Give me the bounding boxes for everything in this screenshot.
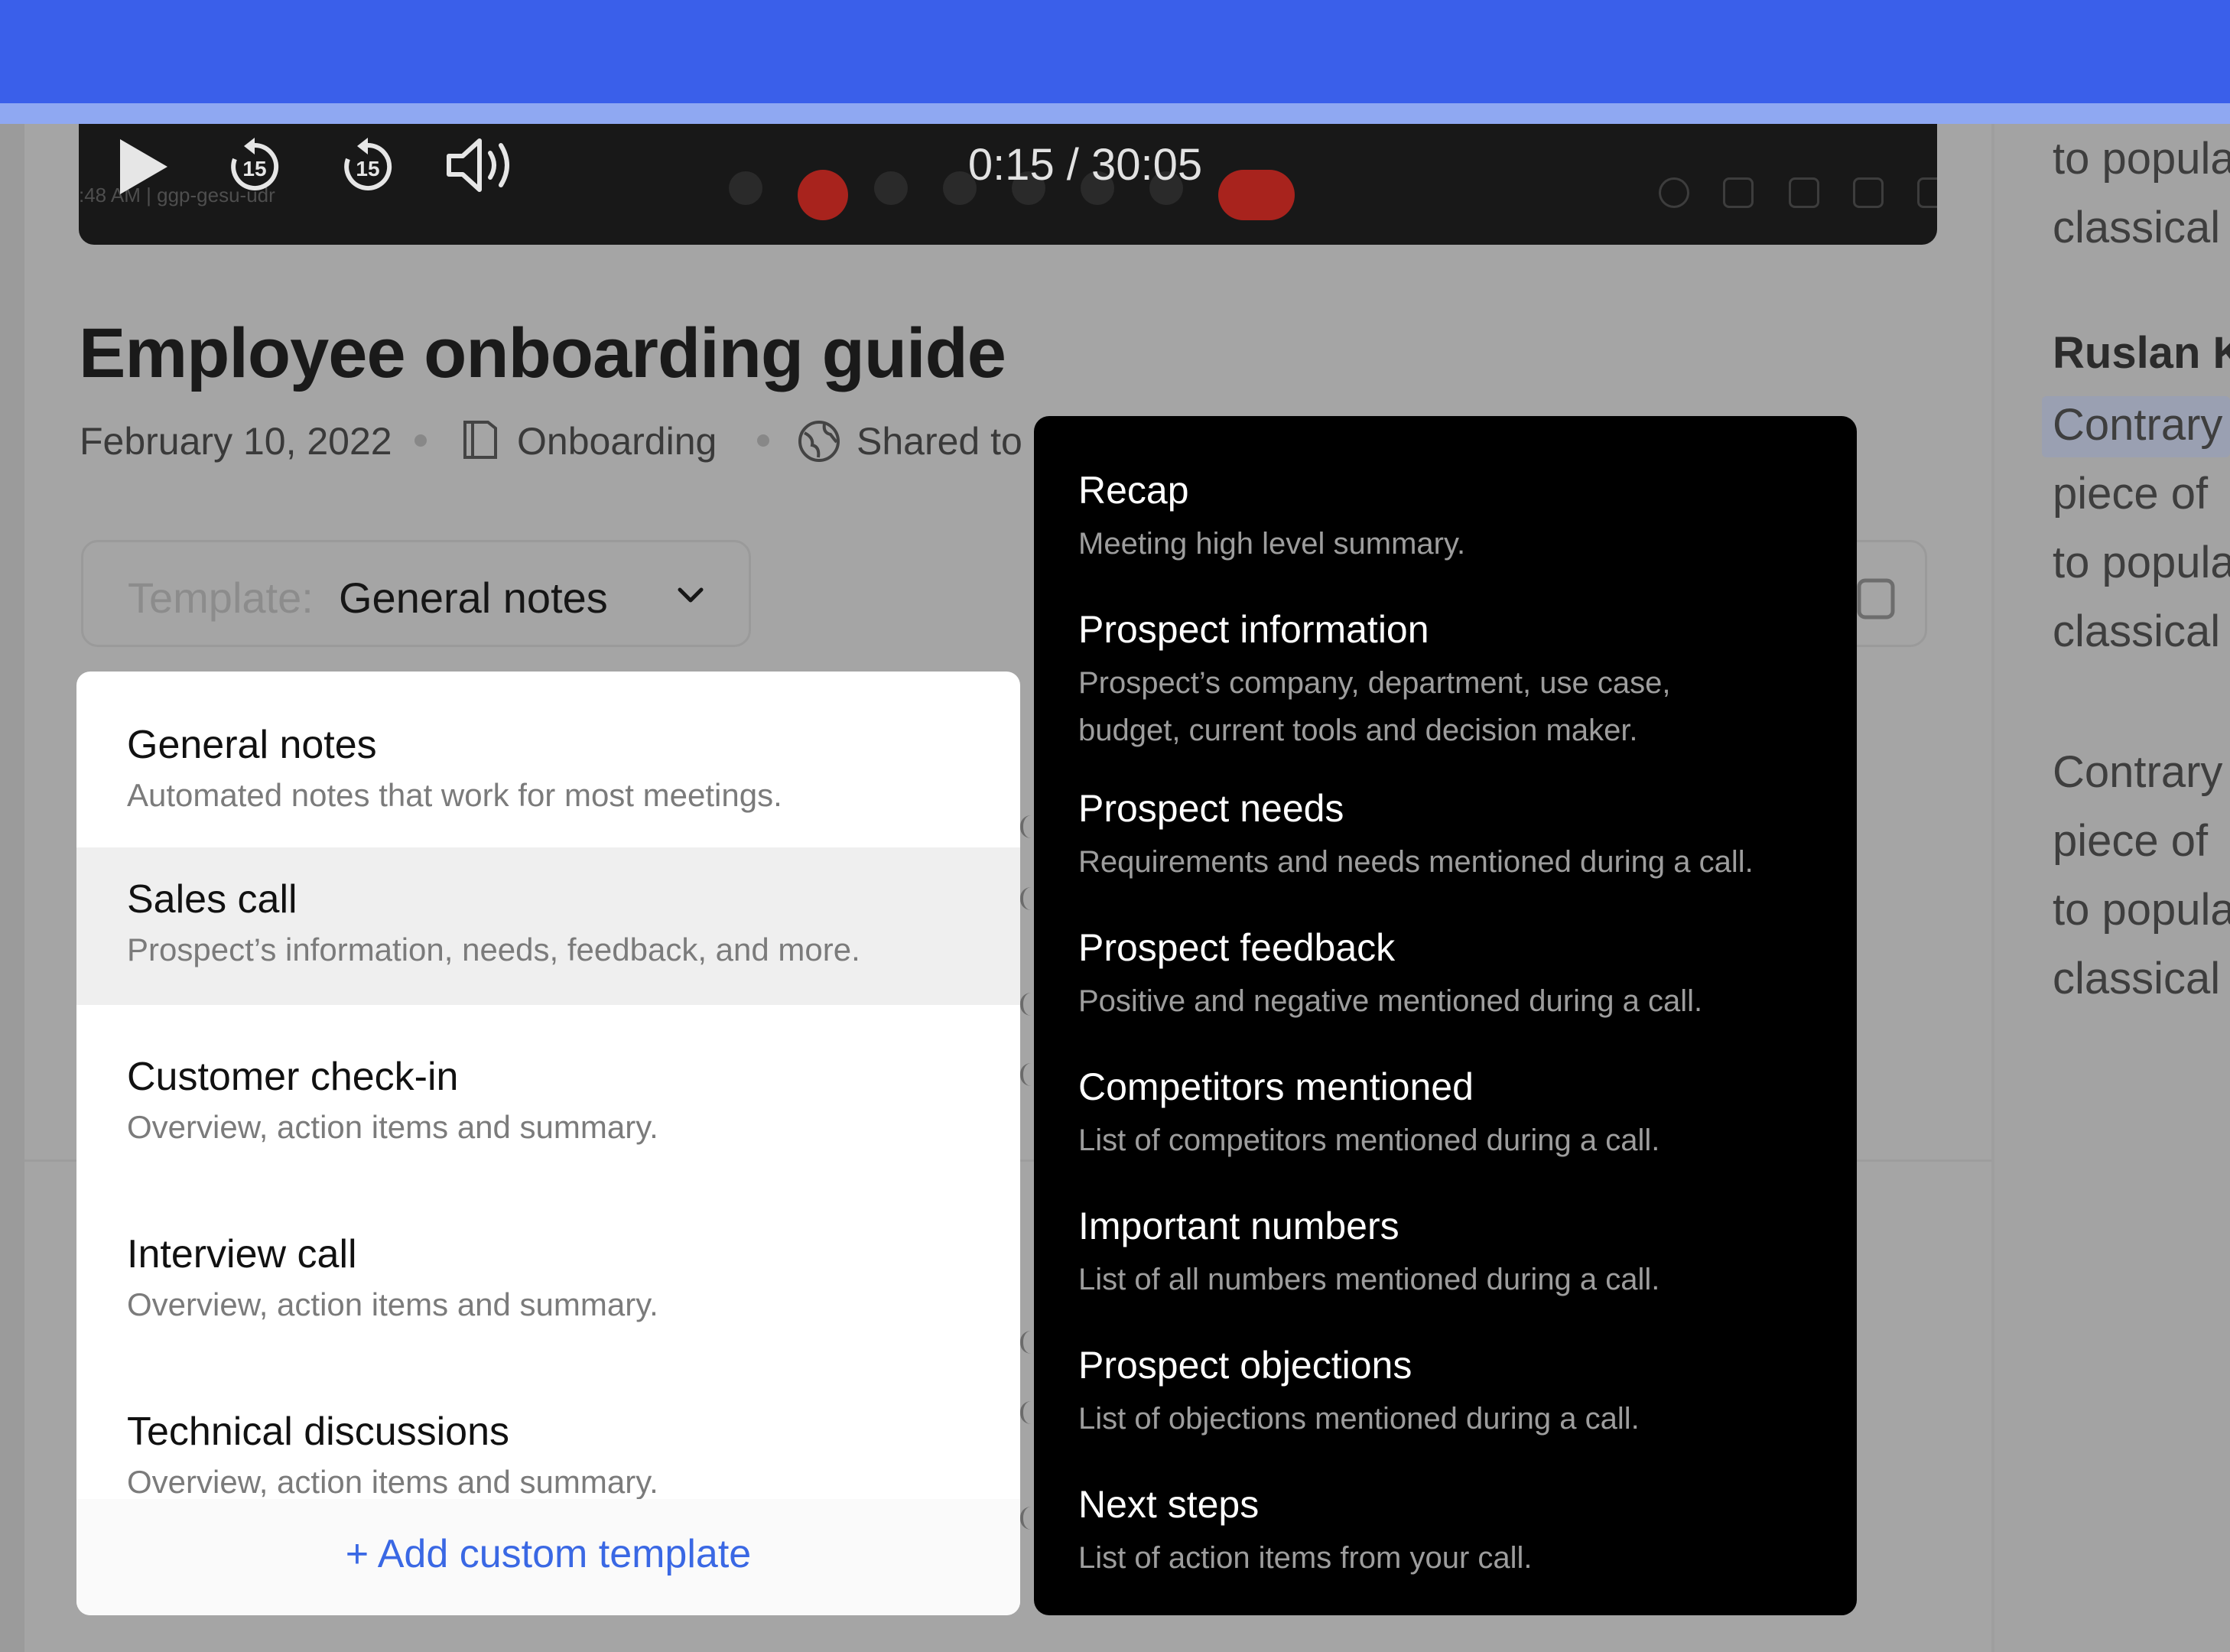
transcript-line: Contrary [2053,747,2223,797]
page-title: Employee onboarding guide [79,314,1006,392]
transcript-line: classical [2053,606,2221,656]
speaker-name: Ruslan K [2053,328,2230,378]
people-icon [1723,177,1754,208]
transcript-line: classical [2053,203,2221,252]
section-desc: Meeting high level summary. [1078,527,1466,561]
transcript-line: to popula [2053,134,2230,184]
option-title: Sales call [127,877,297,922]
option-desc: Automated notes that work for most meeti… [127,777,782,813]
preview-section: Prospect information Prospect’s company,… [1078,607,1670,754]
section-title: Important numbers [1078,1205,1399,1247]
section-desc: List of competitors mentioned during a c… [1078,1124,1660,1157]
option-desc: Overview, action items and summary. [127,1109,658,1145]
forward-15-icon[interactable]: 15 [337,136,398,197]
template-option-technical-discussions[interactable]: Technical discussions Overview, action i… [76,1380,1020,1505]
section-desc: budget, current tools and decision maker… [1078,714,1638,747]
meta-separator [414,434,427,447]
template-option-interview-call[interactable]: Interview call Overview, action items an… [76,1202,1020,1369]
template-selector[interactable]: Template: General notes [81,540,751,647]
option-title: Customer check-in [127,1055,459,1099]
option-title: General notes [127,723,377,767]
camera-off-icon [798,170,848,220]
section-title: Prospect information [1078,608,1429,651]
preview-section: Next steps List of action items from you… [1078,1482,1533,1582]
section-title: Competitors mentioned [1078,1065,1474,1108]
section-desc: Requirements and needs mentioned during … [1078,845,1754,879]
section-title: Recap [1078,469,1189,512]
meta-separator [757,434,769,447]
section-desc: List of objections mentioned during a ca… [1078,1402,1640,1436]
section-title: Prospect feedback [1078,926,1396,969]
section-desc: List of all numbers mentioned during a c… [1078,1263,1660,1296]
video-player: :48 AM | ggp-gesu-udr 15 15 0:15 / 30:05 [79,124,1937,245]
folder-icon [457,418,502,471]
section-desc: Prospect’s company, department, use case… [1078,666,1671,700]
preview-section: Important numbers List of all numbers me… [1078,1204,1659,1303]
template-preview: Recap Meeting high level summary. Prospe… [1034,416,1857,1615]
template-value: General notes [339,574,608,622]
chat-icon [1789,177,1819,208]
transcript-line: Contrary [2053,400,2223,450]
transcript-line: to popula [2053,885,2230,935]
preview-section: Prospect feedback Positive and negative … [1078,925,1702,1025]
lock-icon [1917,177,1937,208]
rewind-15-icon[interactable]: 15 [224,136,285,197]
section-desc: List of action items from your call. [1078,1541,1533,1575]
template-dropdown: General notes Automated notes that work … [76,672,1020,1615]
section-title: Prospect objections [1078,1344,1412,1387]
activities-icon [1853,177,1884,208]
globe-icon [797,419,841,473]
section-title: Prospect needs [1078,787,1344,830]
template-label: Template: [128,574,314,622]
rewind-seconds: 15 [242,157,266,180]
mic-icon [729,171,762,205]
transcript-line: piece of [2053,816,2209,866]
preview-section: Recap Meeting high level summary. [1078,468,1465,567]
chevron-down-icon [672,580,709,611]
playback-time: 0:15 / 30:05 [967,140,1203,190]
option-title: Interview call [127,1232,357,1276]
info-icon [1659,177,1689,208]
template-option-customer-check-in[interactable]: Customer check-in Overview, action items… [76,1025,1020,1192]
preview-section: Prospect objections List of objections m… [1078,1343,1640,1442]
preview-section: Prospect needs Requirements and needs me… [1078,786,1754,886]
play-icon[interactable] [115,136,171,197]
template-list: General notes Automated notes that work … [76,672,1020,1505]
doc-shared[interactable]: Shared to [857,419,1022,463]
option-desc: Overview, action items and summary. [127,1464,658,1500]
forward-seconds: 15 [356,157,379,180]
top-banner-edge [0,103,2230,124]
option-desc: Prospect’s information, needs, feedback,… [127,932,860,967]
preview-section: Competitors mentioned List of competitor… [1078,1065,1659,1164]
option-desc: Overview, action items and summary. [127,1286,658,1322]
transcript-line: to popula [2053,538,2230,587]
section-title: Next steps [1078,1483,1260,1526]
top-banner [0,0,2230,103]
transcript-line: classical [2053,954,2221,1003]
doc-folder[interactable]: Onboarding [517,419,717,463]
section-desc: Positive and negative mentioned during a… [1078,984,1703,1018]
template-option-sales-call[interactable]: Sales call Prospect’s information, needs… [76,847,1020,1005]
doc-date: February 10, 2022 [80,420,392,463]
option-title: Technical discussions [127,1410,510,1454]
volume-icon[interactable] [444,133,521,197]
template-option-general-notes[interactable]: General notes Automated notes that work … [76,672,1020,838]
transcript-line: piece of [2053,469,2209,519]
add-custom-template-button[interactable]: + Add custom template [76,1531,1020,1577]
